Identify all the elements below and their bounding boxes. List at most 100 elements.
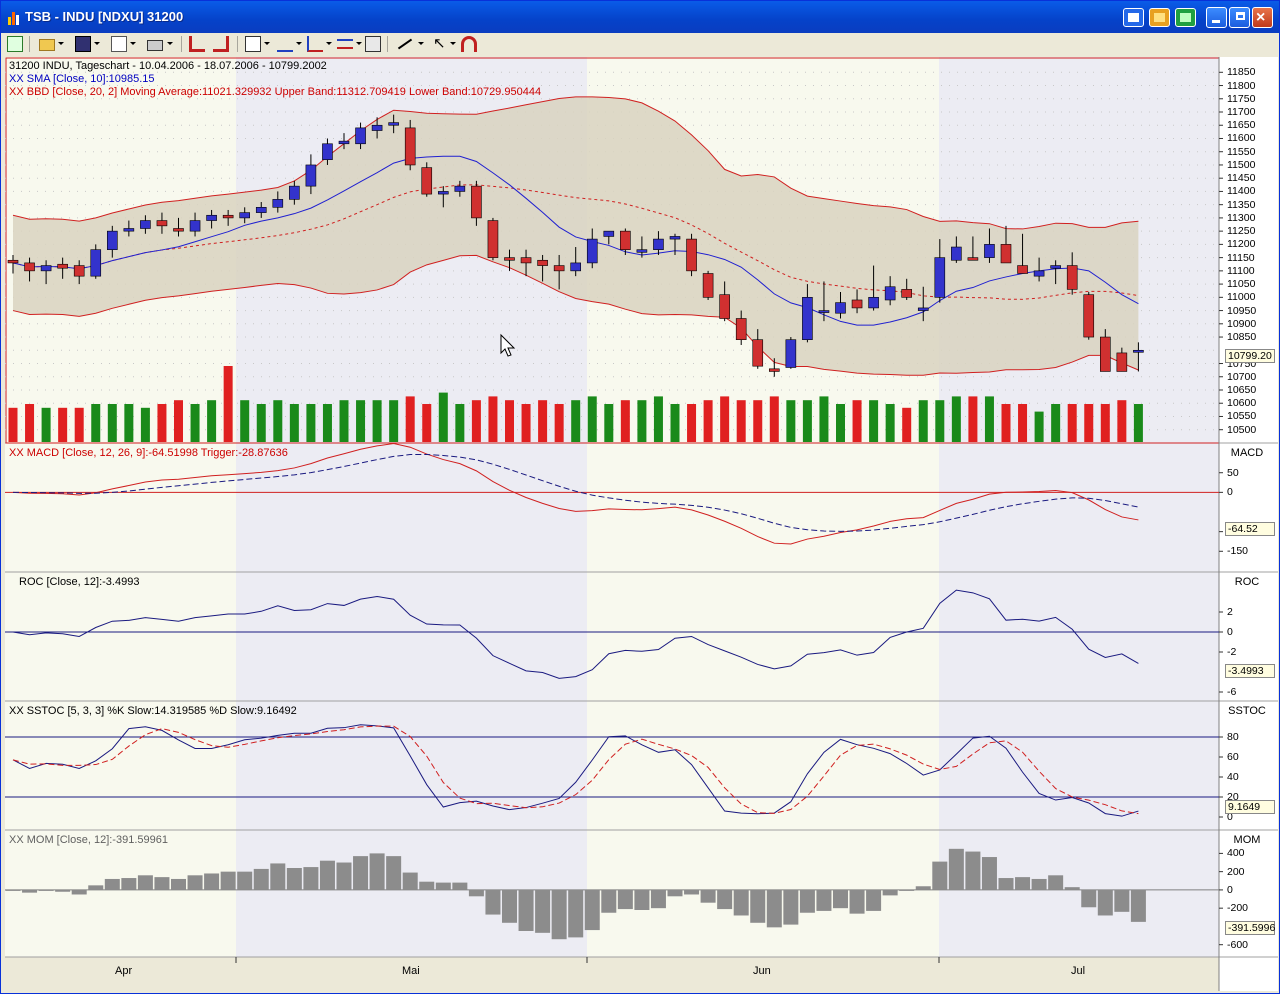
volume-bar <box>455 404 465 442</box>
axis-tick-label: 200 <box>1227 865 1245 878</box>
close-button[interactable]: × <box>1252 7 1273 28</box>
chart-type-icon[interactable] <box>245 36 261 52</box>
chart-canvas[interactable] <box>5 57 1278 991</box>
mom-bar <box>468 889 484 897</box>
mom-bar <box>137 875 153 890</box>
axis-tick-label: 11450 <box>1227 172 1256 185</box>
candle-body <box>884 286 896 301</box>
refresh-icon[interactable] <box>7 36 23 52</box>
legend-sma: XX SMA [Close, 10]:10985.15 <box>9 73 155 85</box>
candle-body <box>24 262 35 272</box>
crosshair-icon[interactable] <box>337 39 353 49</box>
candle-body <box>289 185 300 200</box>
candle-body <box>1116 352 1128 372</box>
palette-icon[interactable] <box>1149 8 1170 27</box>
volume-bar <box>273 400 283 442</box>
fullscreen-icon[interactable] <box>1175 8 1196 27</box>
mom-bar <box>518 889 534 931</box>
candle-body <box>322 143 333 160</box>
line-tool-icon[interactable] <box>397 38 413 50</box>
copy-icon[interactable] <box>111 36 127 52</box>
properties-icon[interactable] <box>365 36 381 52</box>
axis-tick-label: 11550 <box>1227 145 1256 158</box>
candle-body <box>901 289 913 298</box>
mom-bar <box>55 889 71 892</box>
redo-icon[interactable] <box>213 36 229 52</box>
mom-bar <box>386 856 402 890</box>
pointer-icon[interactable]: ↖ <box>433 36 449 52</box>
volume-bar <box>322 404 332 442</box>
volume-bar <box>703 400 713 442</box>
mom-bar <box>799 889 815 913</box>
mom-bar <box>187 875 203 890</box>
mom-bar <box>998 878 1014 890</box>
volume-bar <box>753 400 763 442</box>
save-icon[interactable] <box>75 36 91 52</box>
axis-tick-label: 11050 <box>1227 278 1256 291</box>
month-label: Jul <box>1071 965 1086 977</box>
volume-bar <box>25 404 35 442</box>
candle-body <box>471 185 482 219</box>
candle-body <box>620 230 631 250</box>
volume-bar <box>405 396 415 442</box>
candle-body <box>206 214 217 221</box>
volume-bar <box>802 400 812 442</box>
mom-bar <box>452 882 468 890</box>
mom-bar <box>336 862 352 890</box>
candle-body <box>868 297 879 309</box>
chart-app-icon <box>7 11 21 25</box>
drawing-icon[interactable] <box>307 36 323 52</box>
volume-bar <box>687 404 697 442</box>
candle-body <box>255 207 267 213</box>
volume-bar <box>157 404 167 442</box>
volume-bar <box>902 407 912 442</box>
mom-bar <box>849 889 865 914</box>
layout-icon[interactable] <box>1123 8 1144 27</box>
mom-bar <box>5 889 21 891</box>
volume-bar <box>41 407 51 442</box>
open-folder-icon[interactable] <box>39 39 55 51</box>
indicator-icon[interactable] <box>277 36 293 52</box>
candle-body <box>371 124 383 131</box>
roc-current-value: -3.4993 <box>1225 664 1275 678</box>
mom-bar <box>899 889 915 891</box>
legend-bbd: XX BBD [Close, 20, 2] Moving Average:110… <box>9 86 542 98</box>
volume-bar <box>869 400 879 442</box>
candle-body <box>454 185 466 192</box>
candle-body <box>355 127 366 145</box>
mom-bar <box>435 882 451 890</box>
chart-area[interactable]: 31200 INDU, Tageschart - 10.04.2006 - 18… <box>5 57 1278 991</box>
mom-bar <box>286 868 302 890</box>
mom-bar <box>237 871 253 890</box>
print-icon[interactable] <box>147 40 163 51</box>
time-axis-bg <box>5 957 1219 991</box>
mom-bar <box>568 889 584 938</box>
axis-tick-label: 11000 <box>1227 291 1256 304</box>
roc-pane-title: ROC <box>1234 576 1260 588</box>
volume-bar <box>637 400 647 442</box>
undo-icon[interactable] <box>189 36 205 52</box>
mom-bar <box>766 889 782 928</box>
candle-body <box>388 122 399 126</box>
candle-body <box>1000 244 1012 264</box>
volume-bar <box>1001 404 1011 442</box>
axis-tick-label: -6 <box>1227 686 1237 698</box>
candle-body <box>719 294 730 319</box>
mom-bar <box>1114 889 1130 912</box>
mom-bar <box>882 889 898 896</box>
candle-body <box>951 246 962 261</box>
volume-bar <box>968 396 978 442</box>
macd-pane-title: MACD <box>1230 447 1264 459</box>
magnet-icon[interactable] <box>461 36 477 52</box>
candle-body <box>653 238 664 250</box>
volume-bar <box>653 396 663 442</box>
mom-bar <box>866 889 882 911</box>
mom-bar <box>104 878 120 890</box>
mom-bar <box>717 889 733 910</box>
mom-bar <box>1031 878 1047 890</box>
title-bar[interactable]: TSB - INDU [NDXU] 31200 × <box>1 1 1279 33</box>
minimize-button[interactable] <box>1206 7 1227 28</box>
restore-button[interactable] <box>1229 7 1250 28</box>
legend-price: 31200 INDU, Tageschart - 10.04.2006 - 18… <box>9 60 327 72</box>
volume-bar <box>140 407 150 442</box>
